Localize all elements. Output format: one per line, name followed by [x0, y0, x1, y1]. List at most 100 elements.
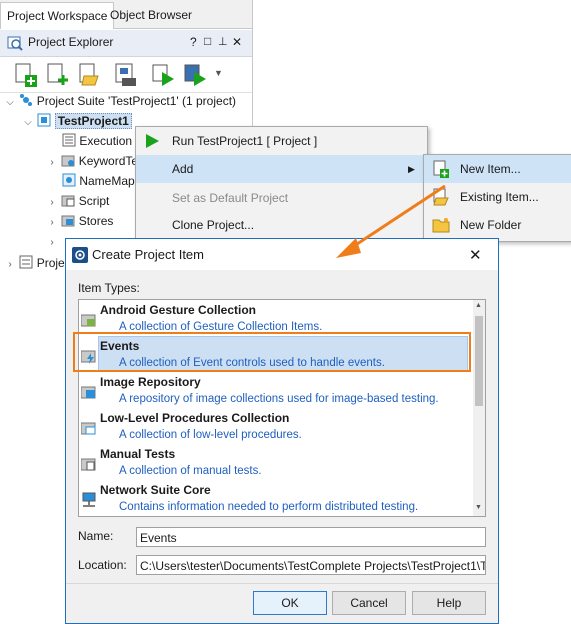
menu-item-label: New Item...	[460, 162, 521, 176]
tree-item-label: NameMapp	[79, 174, 142, 188]
item-description: A repository of image collections used f…	[119, 393, 439, 405]
tree-item-hidden[interactable]: ›	[46, 231, 58, 251]
project-explorer-header: Project Explorer ? □ ⊥ ✕	[0, 30, 252, 57]
image-repository-icon	[81, 386, 96, 399]
menu-item-label: Run TestProject1 [ Project ]	[172, 134, 318, 148]
dropdown-chevron-icon[interactable]: ▼	[214, 68, 223, 78]
name-field[interactable]: Events	[136, 527, 486, 547]
tree-item-project[interactable]: ⌵ TestProject1	[22, 111, 132, 131]
tree-item-label: TestProject1	[54, 113, 132, 129]
item-name: Manual Tests	[100, 447, 176, 461]
explorer-toolbar: ▼	[0, 58, 252, 93]
project-explorer-title: Project Explorer	[28, 35, 114, 49]
help-button[interactable]: Help	[412, 591, 486, 615]
list-scrollbar[interactable]: ▲ ▼	[473, 300, 485, 516]
location-label: Location:	[78, 558, 127, 572]
list-item[interactable]: Network Suite Core Contains information …	[79, 480, 471, 516]
dialog-title: Create Project Item	[92, 247, 204, 262]
project-explorer-icon	[7, 36, 23, 51]
add-new-item-icon[interactable]	[12, 62, 38, 88]
item-types-label: Item Types:	[78, 281, 140, 295]
item-name: Low-Level Procedures Collection	[100, 411, 290, 425]
menu-item-label: Add	[172, 162, 194, 176]
name-mapping-icon	[62, 173, 76, 187]
tree-item-execution-plan[interactable]: Execution P	[62, 131, 143, 151]
help-icon[interactable]: ?	[190, 35, 197, 49]
execution-plan-icon	[62, 133, 76, 147]
tree-item-name-mapping[interactable]: NameMapp	[62, 171, 141, 191]
manual-tests-icon	[81, 458, 96, 471]
testcomplete-logo-icon	[72, 247, 88, 263]
close-icon[interactable]: ✕	[469, 246, 482, 264]
expand-icon[interactable]: ›	[46, 153, 58, 173]
menu-item-add[interactable]: Add ▶	[136, 155, 427, 183]
item-description: A collection of low-level procedures.	[119, 429, 302, 441]
list-item[interactable]: Android Gesture Collection A collection …	[79, 300, 471, 336]
menu-item-label: Existing Item...	[460, 190, 539, 204]
item-description: A collection of manual tests.	[119, 465, 262, 477]
events-highlight-callout	[73, 332, 471, 372]
script-icon	[61, 195, 75, 207]
expand-icon[interactable]: ›	[46, 213, 58, 233]
expand-icon[interactable]: ›	[46, 233, 58, 253]
item-name: Android Gesture Collection	[100, 303, 257, 317]
menu-item-label: Set as Default Project	[172, 191, 289, 205]
tab-object-browser[interactable]: Object Browser	[104, 2, 198, 28]
close-icon[interactable]: ✕	[232, 35, 242, 49]
tree-item-label: Script	[78, 194, 110, 208]
low-level-procedures-icon	[81, 422, 96, 435]
list-item[interactable]: Low-Level Procedures Collection A collec…	[79, 408, 471, 444]
tree-item-script[interactable]: › Script	[46, 191, 109, 211]
tree-item-keyword-tests[interactable]: › KeywordTe	[46, 151, 138, 171]
project-suite-icon	[20, 94, 33, 106]
scroll-down-icon[interactable]: ▼	[475, 504, 482, 511]
tree-item-label: Stores	[78, 214, 114, 228]
collapse-icon[interactable]: ⌵	[4, 93, 16, 113]
open-folder-icon[interactable]	[76, 62, 102, 88]
expand-icon[interactable]: ›	[46, 193, 58, 213]
tree-item-project-suite[interactable]: ⌵ Project Suite 'TestProject1' (1 projec…	[4, 91, 236, 111]
expand-icon[interactable]: ›	[4, 255, 16, 275]
tab-project-workspace[interactable]: Project Workspace	[0, 2, 115, 29]
menu-item-label: Clone Project...	[172, 218, 255, 232]
run-suite-icon[interactable]	[182, 62, 208, 88]
android-gesture-icon	[81, 314, 96, 327]
callout-arrow-icon	[336, 184, 446, 258]
tree-item-stores[interactable]: › Stores	[46, 211, 113, 231]
submenu-item-new-item[interactable]: New Item...	[424, 155, 571, 183]
workspace-tabs: Project Workspace Object Browser	[0, 0, 252, 29]
run-project-icon[interactable]	[150, 62, 176, 88]
run-icon	[146, 134, 159, 148]
projects-icon	[19, 255, 33, 269]
scroll-thumb[interactable]	[475, 316, 483, 406]
project-properties-icon[interactable]	[112, 62, 138, 88]
menu-item-label: New Folder	[460, 218, 522, 232]
network-suite-icon	[82, 492, 96, 507]
restore-icon[interactable]: □	[204, 34, 211, 48]
tree-item-label: Proje	[36, 256, 65, 270]
item-name: Network Suite Core	[100, 483, 211, 497]
location-field[interactable]: C:\Users\tester\Documents\TestComplete P…	[136, 555, 486, 575]
ok-button[interactable]: OK	[253, 591, 327, 615]
keyword-tests-icon	[61, 155, 75, 167]
item-name: Image Repository	[100, 375, 201, 389]
new-item-icon	[433, 160, 449, 178]
tree-item-label: Execution P	[79, 134, 144, 148]
tree-item-label: KeywordTe	[78, 154, 139, 168]
menu-item-run[interactable]: Run TestProject1 [ Project ]	[136, 127, 427, 155]
pin-icon[interactable]: ⊥	[218, 35, 228, 48]
tree-item-projects[interactable]: › Proje	[4, 253, 65, 273]
scroll-up-icon[interactable]: ▲	[475, 302, 482, 309]
name-label: Name:	[78, 529, 114, 543]
create-project-item-dialog: Create Project Item ✕ Item Types: Androi…	[65, 238, 499, 624]
add-existing-icon[interactable]	[44, 62, 70, 88]
list-item[interactable]: Manual Tests A collection of manual test…	[79, 444, 471, 480]
stores-icon	[61, 215, 75, 227]
tree-item-label: Project Suite 'TestProject1' (1 project)	[36, 94, 237, 108]
list-item[interactable]: Image Repository A repository of image c…	[79, 372, 471, 408]
project-icon	[37, 113, 51, 127]
cancel-button[interactable]: Cancel	[332, 591, 406, 615]
divider	[66, 583, 498, 584]
item-description: Contains information needed to perform d…	[119, 501, 419, 513]
collapse-icon[interactable]: ⌵	[22, 113, 34, 133]
